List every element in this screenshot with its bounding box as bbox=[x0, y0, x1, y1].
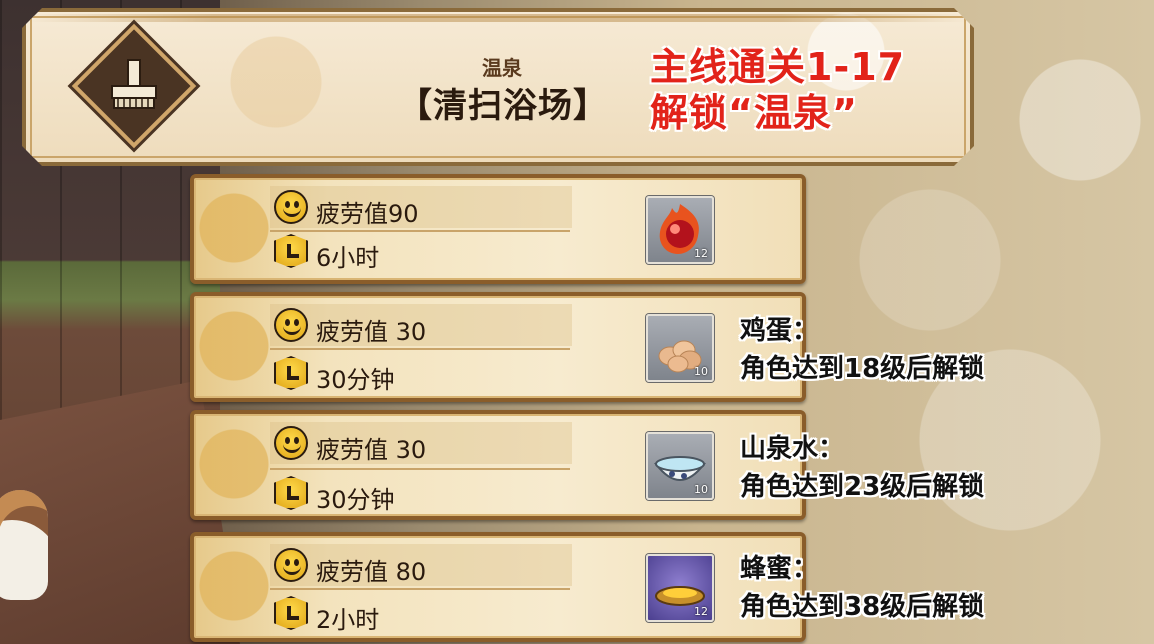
unlock-condition: 角色达到38级后解锁 bbox=[740, 592, 985, 622]
unlock-item-name: 山泉水： bbox=[740, 434, 845, 464]
broom-icon bbox=[111, 59, 157, 109]
divider bbox=[270, 348, 570, 350]
divider bbox=[270, 588, 570, 590]
fatigue-icon bbox=[274, 190, 308, 224]
clock-icon bbox=[274, 596, 308, 630]
unlock-item-name: 鸡蛋： bbox=[740, 316, 819, 346]
fatigue-value: 疲劳值 80 bbox=[316, 558, 427, 586]
item-count: 10 bbox=[694, 365, 708, 378]
fatigue-icon bbox=[274, 308, 308, 342]
task-row[interactable]: 疲劳值90 6小时 12 bbox=[190, 174, 806, 284]
unlock-item-name: 蜂蜜： bbox=[740, 554, 819, 584]
unlock-requirement-note: 主线通关1-17 解锁“温泉” bbox=[650, 44, 950, 136]
duration-value: 6小时 bbox=[316, 244, 380, 272]
unlock-condition: 角色达到23级后解锁 bbox=[740, 472, 985, 502]
header-decoration bbox=[28, 14, 968, 22]
cat-mascot bbox=[0, 490, 48, 600]
item-count: 12 bbox=[694, 247, 708, 260]
unlock-info: 蜂蜜： 角色达到38级后解锁 bbox=[740, 550, 984, 626]
task-row[interactable]: 疲劳值 30 30分钟 10 bbox=[190, 410, 806, 520]
clock-icon bbox=[274, 234, 308, 268]
fatigue-value: 疲劳值 30 bbox=[316, 318, 427, 346]
reward-item-slot[interactable]: 12 bbox=[646, 554, 714, 622]
duration-value: 30分钟 bbox=[316, 366, 395, 394]
reward-item-slot[interactable]: 10 bbox=[646, 314, 714, 382]
unlock-info: 鸡蛋： 角色达到18级后解锁 bbox=[740, 312, 984, 388]
clock-icon bbox=[274, 476, 308, 510]
divider bbox=[270, 468, 570, 470]
item-count: 12 bbox=[694, 605, 708, 618]
task-row[interactable]: 疲劳值 80 2小时 12 bbox=[190, 532, 806, 642]
divider bbox=[270, 230, 570, 232]
task-row[interactable]: 疲劳值 30 30分钟 10 bbox=[190, 292, 806, 402]
unlock-condition: 角色达到18级后解锁 bbox=[740, 354, 985, 384]
header-subtitle: 温泉 bbox=[482, 56, 522, 80]
duration-value: 30分钟 bbox=[316, 486, 395, 514]
fatigue-value: 疲劳值 30 bbox=[316, 436, 427, 464]
fatigue-icon bbox=[274, 426, 308, 460]
note-line-1: 主线通关1-17 bbox=[650, 45, 906, 89]
reward-item-slot[interactable]: 12 bbox=[646, 196, 714, 264]
item-count: 10 bbox=[694, 483, 708, 496]
page-title: 【清扫浴场】 bbox=[398, 86, 608, 126]
fatigue-icon bbox=[274, 548, 308, 582]
duration-value: 2小时 bbox=[316, 606, 380, 634]
note-line-2: 解锁“温泉” bbox=[650, 91, 858, 135]
reward-item-slot[interactable]: 10 bbox=[646, 432, 714, 500]
unlock-info: 山泉水： 角色达到23级后解锁 bbox=[740, 430, 984, 506]
fatigue-value: 疲劳值90 bbox=[316, 200, 419, 228]
clock-icon bbox=[274, 356, 308, 390]
